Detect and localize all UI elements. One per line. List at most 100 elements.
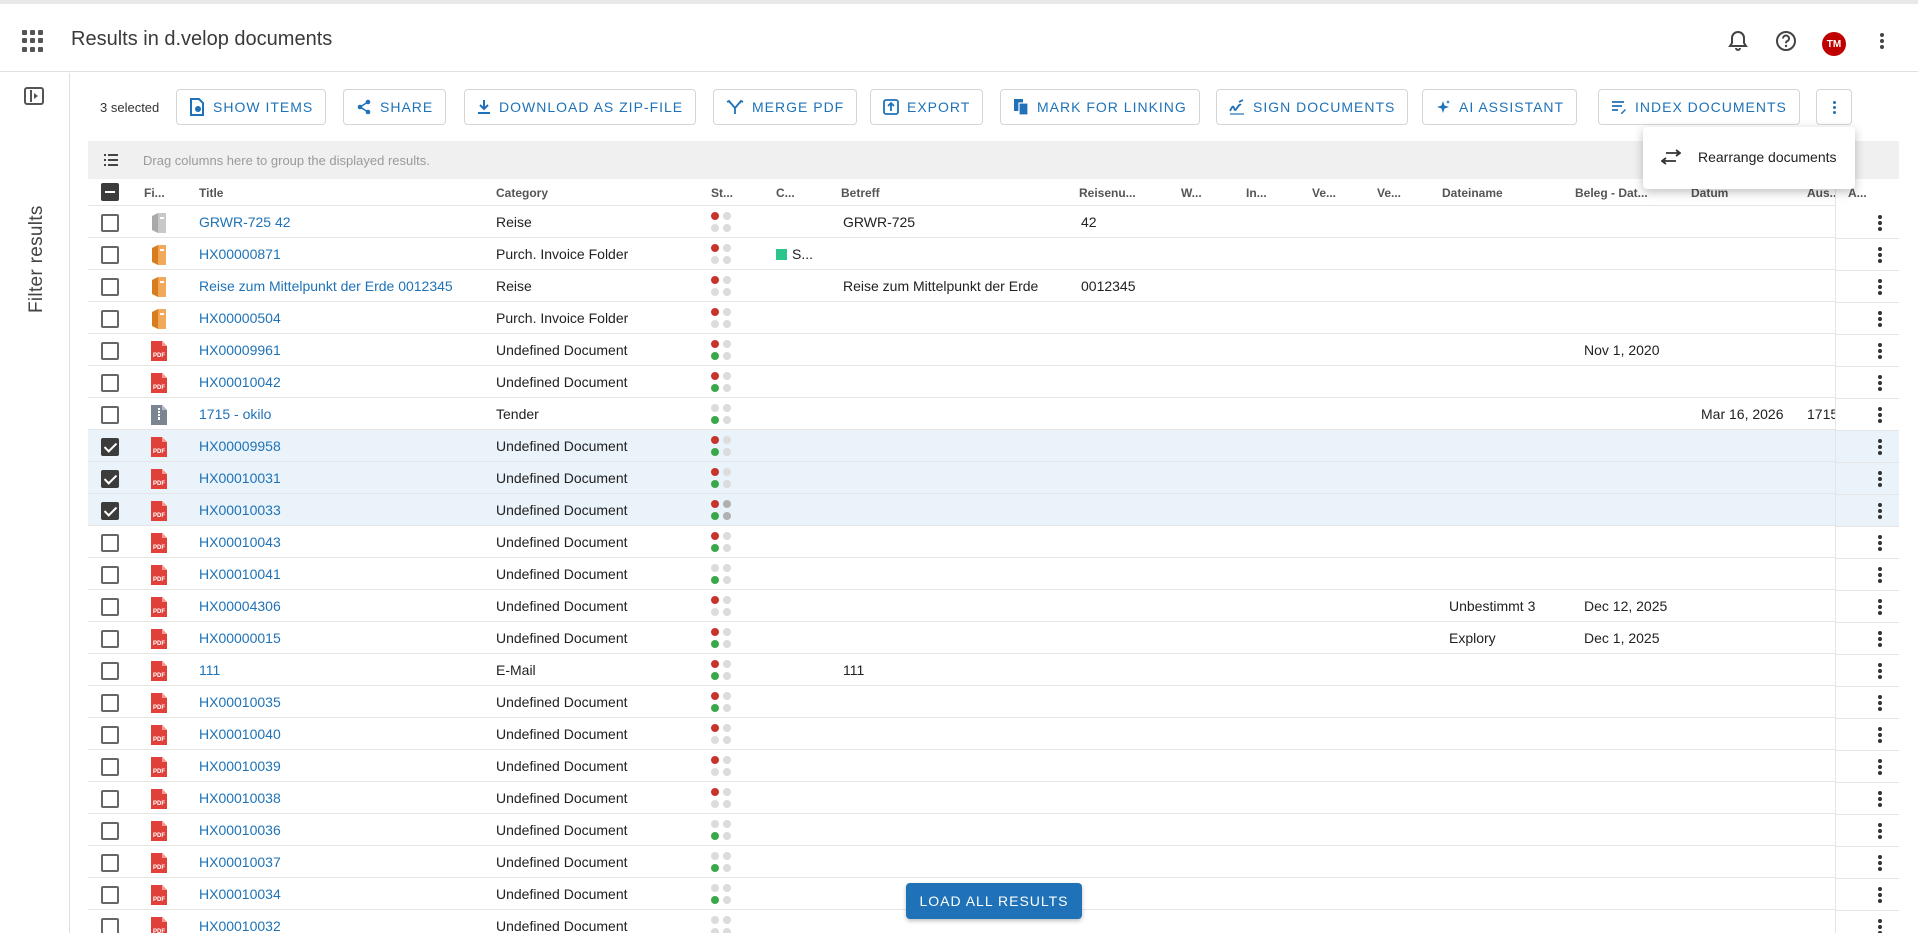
help-icon[interactable]	[1773, 28, 1799, 54]
row-title-link[interactable]: HX00010034	[199, 886, 281, 902]
table-row[interactable]: PDF HX00010040 Undefined Document	[88, 718, 1899, 750]
user-avatar[interactable]: TM	[1822, 32, 1846, 56]
row-checkbox[interactable]	[101, 758, 119, 776]
select-all-checkbox[interactable]	[101, 183, 119, 201]
row-more-icon[interactable]	[1870, 404, 1890, 426]
row-more-icon[interactable]	[1870, 788, 1890, 810]
row-more-icon[interactable]	[1870, 756, 1890, 778]
table-row[interactable]: PDF HX00010036 Undefined Document	[88, 814, 1899, 846]
row-more-icon[interactable]	[1870, 596, 1890, 618]
table-row[interactable]: PDF 111 E-Mail 111	[88, 654, 1899, 686]
row-title-link[interactable]: HX00010040	[199, 726, 281, 742]
row-checkbox[interactable]	[101, 822, 119, 840]
row-title-link[interactable]: HX00009958	[199, 438, 281, 454]
col-header-betreff[interactable]: Betreff	[841, 186, 880, 200]
table-row[interactable]: PDF HX00010041 Undefined Document	[88, 558, 1899, 590]
row-more-icon[interactable]	[1870, 212, 1890, 234]
row-title-link[interactable]: HX00010032	[199, 918, 281, 933]
col-header-title[interactable]: Title	[199, 186, 223, 200]
row-checkbox[interactable]	[101, 246, 119, 264]
table-row[interactable]: PDF HX00009958 Undefined Document	[88, 430, 1899, 462]
col-header-reisenu[interactable]: Reisenu...	[1079, 186, 1136, 200]
table-row[interactable]: 1715 - okilo Tender Mar 16, 2026 1715	[88, 398, 1899, 430]
table-row[interactable]: HX00000504 Purch. Invoice Folder	[88, 302, 1899, 334]
row-more-icon[interactable]	[1870, 436, 1890, 458]
row-title-link[interactable]: HX00000871	[199, 246, 281, 262]
table-row[interactable]: PDF HX00010042 Undefined Document	[88, 366, 1899, 398]
row-checkbox[interactable]	[101, 310, 119, 328]
row-more-icon[interactable]	[1870, 852, 1890, 874]
row-more-icon[interactable]	[1870, 340, 1890, 362]
export-button[interactable]: EXPORT	[870, 89, 984, 125]
filter-results-label[interactable]: Filter results	[26, 205, 48, 313]
col-header-dateiname[interactable]: Dateiname	[1442, 186, 1503, 200]
row-checkbox[interactable]	[101, 854, 119, 872]
table-row[interactable]: PDF HX00009961 Undefined Document Nov 1, 20…	[88, 334, 1899, 366]
row-title-link[interactable]: 111	[199, 662, 220, 678]
col-header-c[interactable]: C...	[776, 186, 795, 200]
toggle-panel-icon[interactable]	[24, 87, 44, 105]
more-vert-icon[interactable]	[1876, 30, 1888, 52]
table-row[interactable]: PDF HX00010031 Undefined Document	[88, 462, 1899, 494]
row-checkbox[interactable]	[101, 502, 119, 520]
row-title-link[interactable]: HX00010037	[199, 854, 281, 870]
col-header-category[interactable]: Category	[496, 186, 548, 200]
row-checkbox[interactable]	[101, 566, 119, 584]
show-items-button[interactable]: SHOW ITEMS	[176, 89, 327, 125]
row-checkbox[interactable]	[101, 918, 119, 933]
row-checkbox[interactable]	[101, 438, 119, 456]
row-checkbox[interactable]	[101, 886, 119, 904]
merge-pdf-button[interactable]: MERGE PDF	[713, 89, 858, 125]
col-header-status[interactable]: St...	[711, 186, 733, 200]
table-row[interactable]: PDF HX00010043 Undefined Document	[88, 526, 1899, 558]
row-more-icon[interactable]	[1870, 500, 1890, 522]
toolbar-more-button[interactable]	[1816, 89, 1852, 125]
row-checkbox[interactable]	[101, 342, 119, 360]
row-more-icon[interactable]	[1870, 532, 1890, 554]
row-more-icon[interactable]	[1870, 372, 1890, 394]
row-title-link[interactable]: HX00010039	[199, 758, 281, 774]
row-more-icon[interactable]	[1870, 244, 1890, 266]
table-row[interactable]: GRWR-725 42 Reise GRWR-725 42	[88, 206, 1899, 238]
table-row[interactable]: Reise zum Mittelpunkt der Erde 0012345 Re…	[88, 270, 1899, 302]
row-title-link[interactable]: HX00010036	[199, 822, 281, 838]
row-more-icon[interactable]	[1870, 628, 1890, 650]
ai-assistant-button[interactable]: AI ASSISTANT	[1422, 89, 1578, 125]
row-more-icon[interactable]	[1870, 884, 1890, 906]
row-title-link[interactable]: HX00010035	[199, 694, 281, 710]
row-checkbox[interactable]	[101, 470, 119, 488]
row-checkbox[interactable]	[101, 214, 119, 232]
row-more-icon[interactable]	[1870, 916, 1890, 933]
row-checkbox[interactable]	[101, 662, 119, 680]
row-checkbox[interactable]	[101, 598, 119, 616]
index-documents-button[interactable]: INDEX DOCUMENTS	[1598, 89, 1800, 125]
row-title-link[interactable]: HX00010041	[199, 566, 281, 582]
row-title-link[interactable]: HX00009961	[199, 342, 281, 358]
row-title-link[interactable]: HX00004306	[199, 598, 281, 614]
col-header-w[interactable]: W...	[1181, 186, 1202, 200]
table-row[interactable]: PDF HX00010038 Undefined Document	[88, 782, 1899, 814]
row-checkbox[interactable]	[101, 534, 119, 552]
row-more-icon[interactable]	[1870, 660, 1890, 682]
table-row[interactable]: PDF HX00010039 Undefined Document	[88, 750, 1899, 782]
row-title-link[interactable]: GRWR-725 42	[199, 214, 291, 230]
load-all-results-button[interactable]: LOAD ALL RESULTS	[906, 883, 1082, 919]
row-more-icon[interactable]	[1870, 820, 1890, 842]
row-checkbox[interactable]	[101, 630, 119, 648]
mark-for-linking-button[interactable]: MARK FOR LINKING	[1000, 89, 1200, 125]
notifications-bell-icon[interactable]	[1725, 28, 1751, 54]
table-row[interactable]: PDF HX00010037 Undefined Document	[88, 846, 1899, 878]
row-checkbox[interactable]	[101, 278, 119, 296]
col-header-beleg[interactable]: Beleg - Dat...	[1575, 186, 1648, 200]
table-row[interactable]: PDF HX00004306 Undefined Document Unbestimm…	[88, 590, 1899, 622]
row-title-link[interactable]: HX00010033	[199, 502, 281, 518]
row-more-icon[interactable]	[1870, 564, 1890, 586]
table-row[interactable]: PDF HX00010033 Undefined Document	[88, 494, 1899, 526]
list-settings-icon[interactable]	[104, 154, 118, 166]
row-checkbox[interactable]	[101, 374, 119, 392]
row-title-link[interactable]: Reise zum Mittelpunkt der Erde 0012345	[199, 278, 453, 294]
row-more-icon[interactable]	[1870, 724, 1890, 746]
row-title-link[interactable]: HX00010031	[199, 470, 281, 486]
row-more-icon[interactable]	[1870, 468, 1890, 490]
row-title-link[interactable]: HX00010043	[199, 534, 281, 550]
